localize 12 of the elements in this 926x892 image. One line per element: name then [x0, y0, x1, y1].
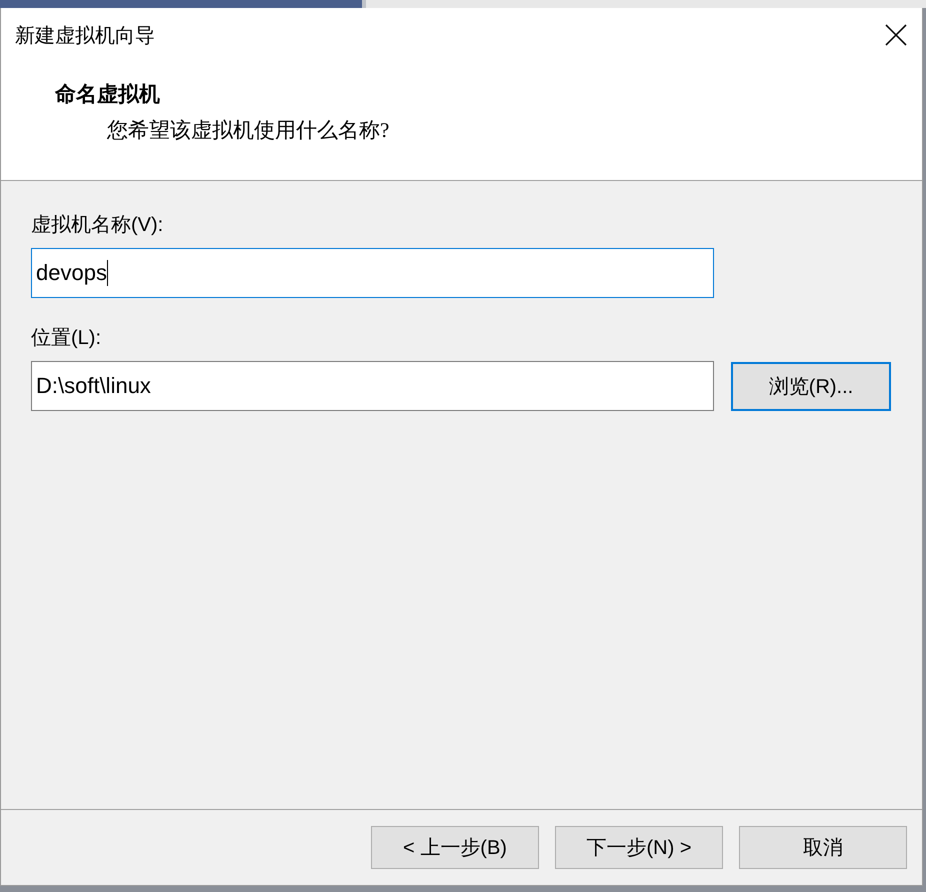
page-description: 您希望该虚拟机使用什么名称? [106, 117, 390, 144]
field-label: 位置(L): [31, 326, 102, 351]
input-field[interactable]: devops [31, 248, 714, 298]
wizard-button[interactable]: 下一步(N) > [555, 826, 723, 869]
window-title: 新建虚拟机向导 [15, 24, 155, 48]
close-icon[interactable] [885, 24, 907, 46]
wizard-button[interactable]: < 上一步(B) [371, 826, 539, 869]
field-label: 虚拟机名称(V): [31, 213, 164, 238]
input-field[interactable]: D:\soft\linux [31, 361, 714, 411]
browse-button[interactable]: 浏览(R)... [731, 362, 891, 410]
page-heading: 命名虚拟机 [55, 81, 161, 108]
wizard-button[interactable]: 取消 [739, 826, 907, 869]
